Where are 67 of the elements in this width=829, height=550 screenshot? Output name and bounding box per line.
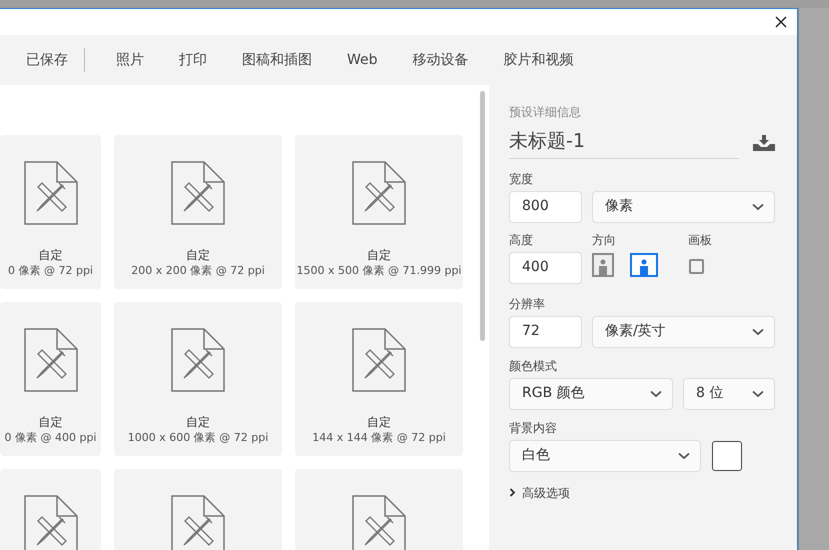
preset-card[interactable]: 自定 200 x 200 像素 @ 72 ppi (114, 135, 282, 289)
height-field[interactable]: 400 (509, 252, 582, 284)
portrait-orientation-button[interactable] (592, 252, 614, 276)
preset-name: 自定 (38, 414, 62, 430)
field-label: 颜色模式 (509, 358, 558, 374)
chevron-down-icon (678, 452, 690, 460)
document-name-field[interactable]: 未标题-1 (509, 127, 739, 158)
preset-name: 自定 (186, 414, 210, 430)
panel-heading: 预设详细信息 (509, 104, 582, 121)
bit-depth-select[interactable]: 8 位 (683, 378, 775, 410)
artboard-checkbox[interactable] (689, 258, 704, 274)
category-tab[interactable]: Web (347, 50, 378, 70)
save-preset-icon[interactable] (753, 134, 775, 151)
color-mode-select[interactable]: RGB 颜色 (509, 378, 673, 410)
width-unit-select[interactable]: 像素 (592, 190, 775, 222)
preset-name: 自定 (186, 247, 210, 263)
preset-name: 自定 (38, 247, 62, 263)
document-ruler-pencil-icon (352, 495, 406, 550)
preset-size: 0 像素 @ 72 ppi (8, 263, 93, 278)
document-ruler-pencil-icon (352, 328, 406, 392)
document-ruler-pencil-icon (24, 161, 78, 225)
chevron-down-icon (650, 390, 662, 398)
field-label: 画板 (688, 232, 712, 248)
resolution-field[interactable]: 72 (509, 316, 582, 348)
category-tab[interactable]: 图稿和插图 (242, 50, 312, 70)
field-label: 背景内容 (509, 420, 558, 436)
field-label: 方向 (592, 232, 617, 248)
category-tab[interactable]: 已保存 (26, 50, 68, 70)
chevron-down-icon (752, 202, 764, 210)
field-label: 宽度 (509, 170, 534, 186)
field-label: 高度 (509, 232, 534, 248)
preset-size: 144 x 144 像素 @ 72 ppi (312, 430, 446, 445)
document-ruler-pencil-icon (171, 161, 225, 225)
chevron-down-icon (752, 390, 764, 398)
preset-card[interactable]: 自定 1000 x 600 像素 @ 72 ppi (114, 302, 282, 456)
category-tab[interactable]: 移动设备 (412, 50, 469, 70)
scrollbar-thumb[interactable] (480, 91, 485, 341)
document-ruler-pencil-icon (352, 161, 406, 225)
document-ruler-pencil-icon (24, 495, 78, 550)
preset-size: 1500 x 500 像素 @ 71.999 ppi (296, 263, 462, 278)
preset-name: 自定 (367, 414, 391, 430)
preset-card[interactable]: 自定 144 x 144 像素 @ 72 ppi (295, 302, 463, 456)
category-tab[interactable]: 打印 (179, 50, 207, 70)
preset-card[interactable]: 自定 1500 x 500 像素 @ 71.999 ppi (295, 135, 463, 289)
preset-size: 0 像素 @ 400 ppi (4, 430, 96, 445)
document-ruler-pencil-icon (24, 328, 78, 392)
chevron-down-icon (752, 328, 764, 336)
preset-size: 1000 x 600 像素 @ 72 ppi (128, 430, 268, 445)
preset-card[interactable]: 自定 0 像素 @ 72 ppi (0, 135, 101, 289)
document-ruler-pencil-icon (171, 328, 225, 392)
person-icon (598, 258, 608, 274)
close-button[interactable] (773, 14, 789, 30)
width-field[interactable]: 800 (509, 190, 582, 222)
preset-size: 200 x 200 像素 @ 72 ppi (131, 263, 265, 278)
background-color-swatch[interactable] (712, 440, 742, 470)
preset-card[interactable]: 自定 0 像素 @ 400 ppi (0, 302, 101, 456)
person-icon (639, 258, 649, 274)
preset-name: 自定 (367, 247, 391, 263)
advanced-options-toggle[interactable]: 高级选项 (509, 484, 570, 502)
field-label: 分辨率 (509, 296, 546, 312)
document-ruler-pencil-icon (171, 495, 225, 550)
resolution-unit-select[interactable]: 像素/英寸 (592, 316, 775, 348)
close-icon (775, 16, 787, 28)
category-tab[interactable]: 胶片和视频 (504, 50, 574, 70)
background-select[interactable]: 白色 (509, 440, 701, 472)
category-tab[interactable]: 照片 (116, 50, 144, 70)
landscape-orientation-button[interactable] (630, 252, 658, 276)
